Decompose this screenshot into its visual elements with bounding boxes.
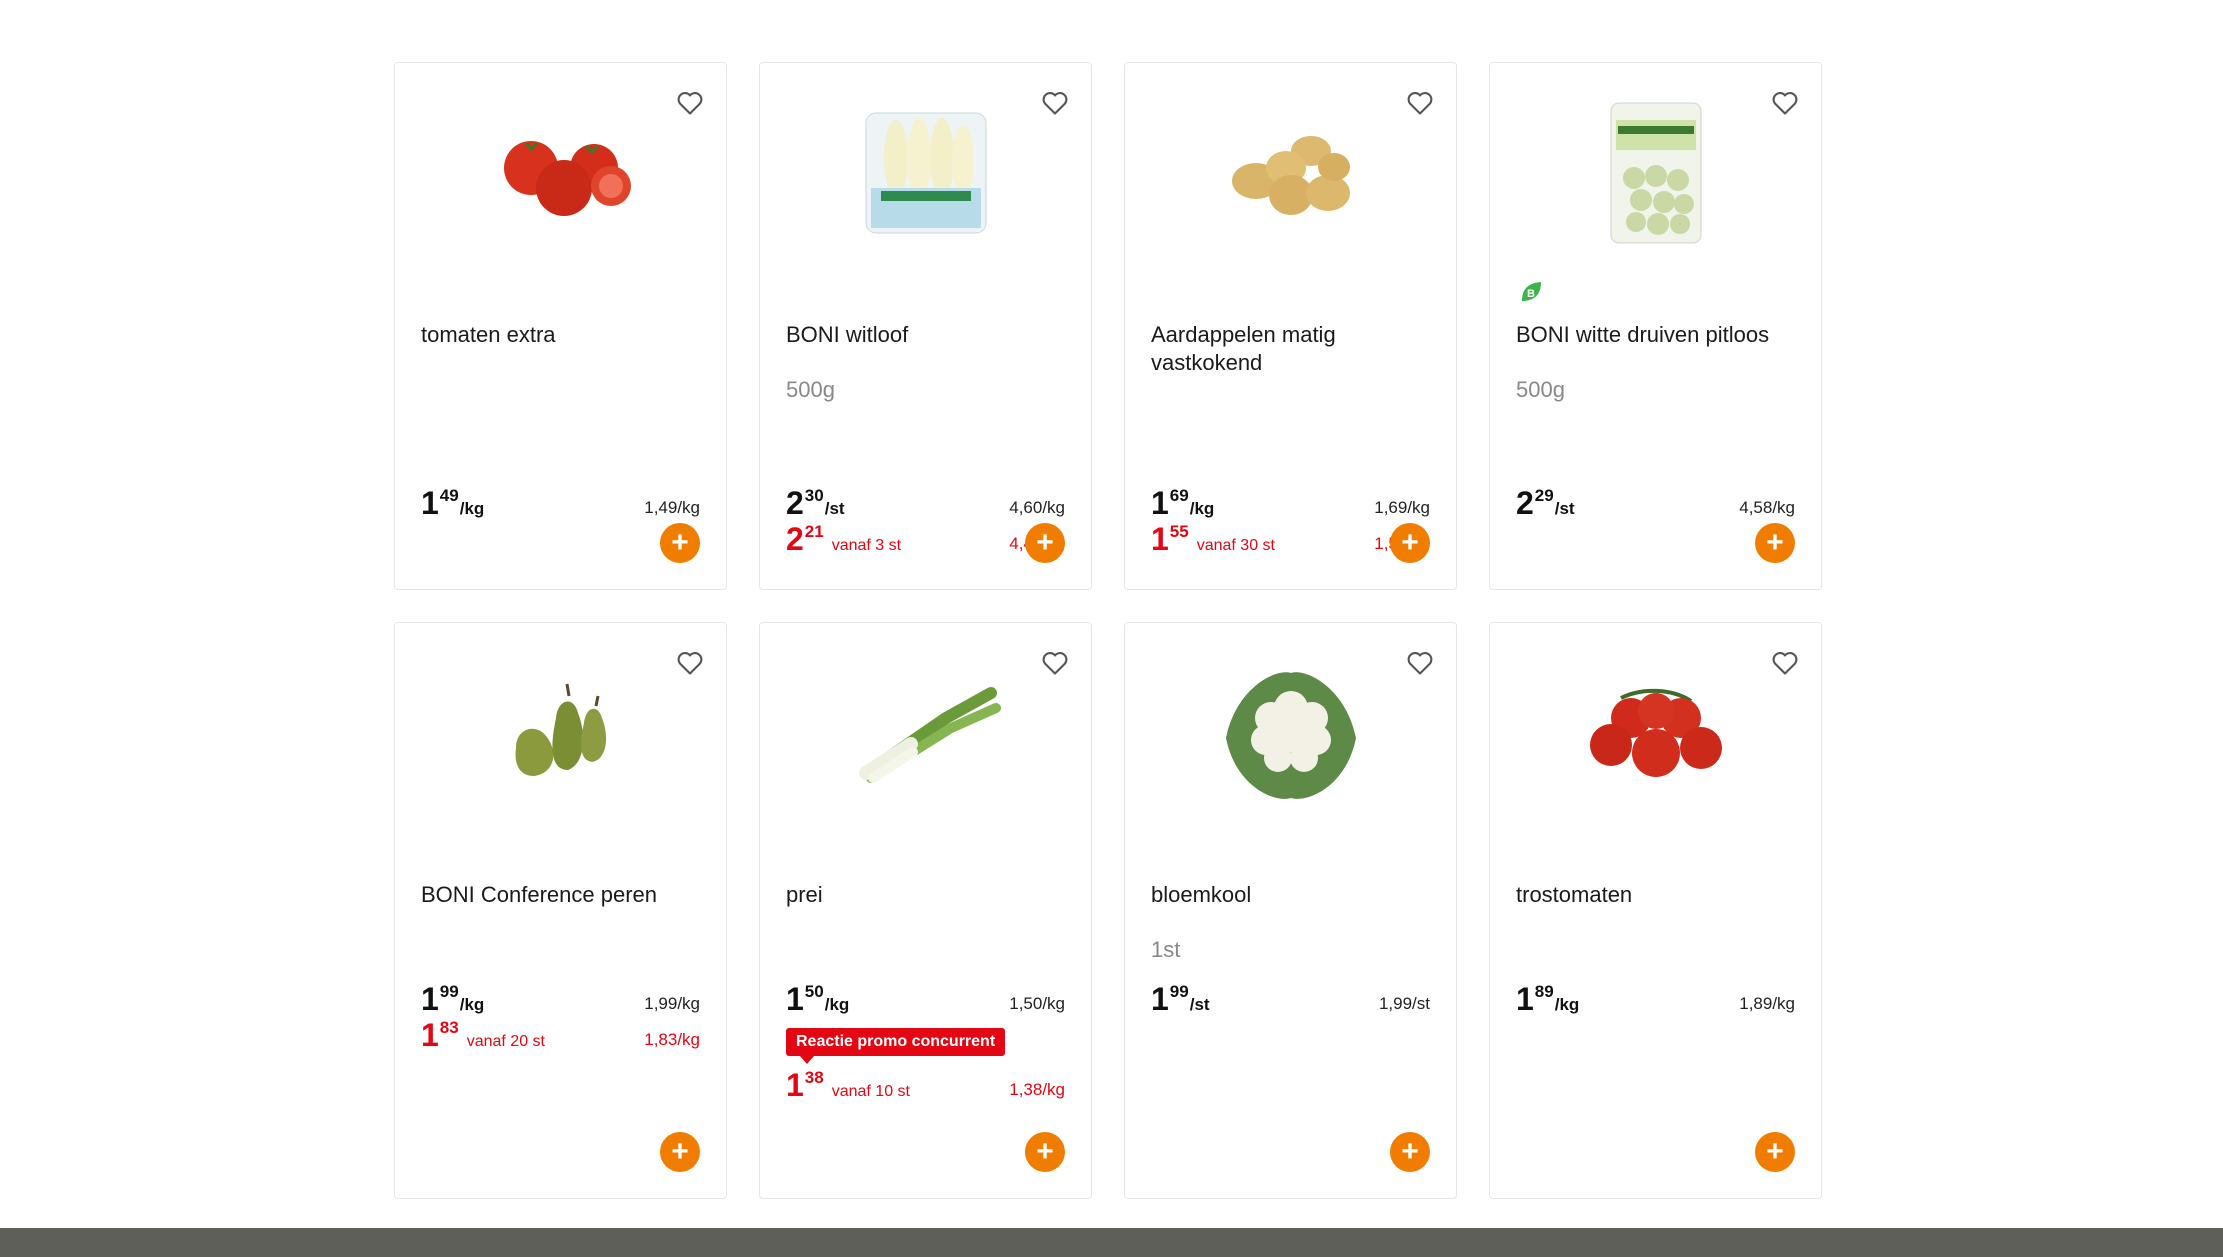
product-image[interactable] [760, 93, 1091, 253]
add-to-cart-button[interactable]: + [1755, 523, 1795, 563]
unit-price: 1,99/kg [644, 994, 700, 1013]
price: 1 99/st [1151, 981, 1210, 1017]
add-to-cart-button[interactable]: + [1755, 1132, 1795, 1172]
price-row: 1 69/kg 1,69/kg [1151, 485, 1430, 521]
product-name[interactable]: trostomaten [1516, 881, 1796, 909]
price-row: 2 29/st 4,58/kg [1516, 485, 1795, 521]
price: 2 30/st [786, 485, 845, 521]
product-weight: 500g [786, 377, 835, 402]
product-weight: 500g [1516, 377, 1565, 402]
add-to-cart-button[interactable]: + [660, 1132, 700, 1172]
promo-unit-price: 1,38/kg [1009, 1080, 1065, 1099]
product-card[interactable]: B BONI witte druiven pitloos 500g 2 29/st… [1489, 62, 1822, 590]
price-row: 2 30/st 4,60/kg [786, 485, 1065, 521]
price: 1 99/kg [421, 981, 485, 1017]
product-name[interactable]: BONI witloof [786, 321, 1066, 349]
product-weight: 1st [1151, 937, 1181, 962]
promo-price: 2 21 vanaf 3 st [786, 521, 902, 557]
price-row: 1 89/kg 1,89/kg [1516, 981, 1795, 1017]
promo-price-row: 1 83 vanaf 20 st 1,83/kg [421, 1017, 700, 1053]
unit-price: 1,69/kg [1374, 498, 1430, 517]
promo-price-row: 1 38 vanaf 10 st 1,38/kg [786, 1067, 1065, 1103]
unit-price: 1,99/st [1378, 994, 1430, 1013]
product-card[interactable]: trostomaten 1 89/kg 1,89/kg + [1489, 622, 1822, 1199]
product-name[interactable]: Aardappelen matig vastkokend [1151, 321, 1431, 377]
price-row: 1 99/kg 1,99/kg [421, 981, 700, 1017]
add-to-cart-button[interactable]: + [660, 523, 700, 563]
product-name[interactable]: BONI Conference peren [421, 881, 701, 909]
promo-badge: Reactie promo concurrent [786, 1028, 1006, 1064]
promo-unit-price: 1,83/kg [644, 1030, 700, 1049]
product-name[interactable]: prei [786, 881, 1066, 909]
promo-price: 1 38 vanaf 10 st [786, 1067, 910, 1103]
product-name[interactable]: bloemkool [1151, 881, 1431, 909]
promo-price-row: 221vanaf 3 st 4,42/kg [786, 521, 1065, 557]
product-image[interactable] [1125, 93, 1456, 253]
product-name[interactable]: tomaten extra [421, 321, 701, 349]
product-name[interactable]: BONI witte druiven pitloos [1516, 321, 1796, 349]
product-image[interactable] [1490, 93, 1821, 253]
price: 2 29/st [1516, 485, 1575, 521]
product-card[interactable]: BONI witloof 500g 2 30/st 4,60/kg 2 21 vana… [759, 62, 1092, 590]
price-row: 1 49/kg 1,49/kg [421, 485, 700, 521]
unit-price: 4,58/kg [1739, 498, 1795, 517]
promo-price-row: 155vanaf 30 st 1,55/kg [1151, 521, 1430, 557]
product-card[interactable]: BONI Conference peren 1 99/kg 1,99/kg 1 83… [394, 622, 727, 1199]
unit-price: 1,50/kg [1009, 994, 1065, 1013]
product-grid: tomaten extra 1 49/kg 1,49/kg + BONI witl [394, 62, 1824, 1199]
price: 1 49/kg [421, 485, 485, 521]
price: 1 50/kg [786, 981, 850, 1017]
svg-text:B: B [1527, 288, 1535, 300]
product-image[interactable] [1490, 653, 1821, 813]
product-card[interactable]: bloemkool 1st 1 99/st 1,99/st + [1124, 622, 1457, 1199]
price: 1 69/kg [1151, 485, 1215, 521]
add-to-cart-button[interactable]: + [1025, 1132, 1065, 1172]
unit-price: 1,49/kg [644, 498, 700, 517]
unit-price: 1,89/kg [1739, 994, 1795, 1013]
add-to-cart-button[interactable]: + [1390, 1132, 1430, 1172]
product-image[interactable] [1125, 653, 1456, 813]
product-image[interactable] [395, 93, 726, 253]
price: 1 89/kg [1516, 981, 1580, 1017]
bio-leaf-icon: B [1518, 279, 1544, 305]
price-row: 1 50/kg 1,50/kg [786, 981, 1065, 1017]
product-card[interactable]: tomaten extra 1 49/kg 1,49/kg + [394, 62, 727, 590]
add-to-cart-button[interactable]: + [1025, 523, 1065, 563]
product-image[interactable] [760, 653, 1091, 813]
product-card[interactable]: Aardappelen matig vastkokend 1 69/kg 1,69… [1124, 62, 1457, 590]
price-row: 1 99/st 1,99/st [1151, 981, 1430, 1017]
promo-price: 1 55 vanaf 30 st [1151, 521, 1275, 557]
footer-bar [0, 1228, 2223, 1257]
product-image[interactable] [395, 653, 726, 813]
promo-price: 1 83 vanaf 20 st [421, 1017, 545, 1053]
product-card[interactable]: prei 1 50/kg 1,50/kg Reactie promo concur… [759, 622, 1092, 1199]
unit-price: 4,60/kg [1009, 498, 1065, 517]
add-to-cart-button[interactable]: + [1390, 523, 1430, 563]
